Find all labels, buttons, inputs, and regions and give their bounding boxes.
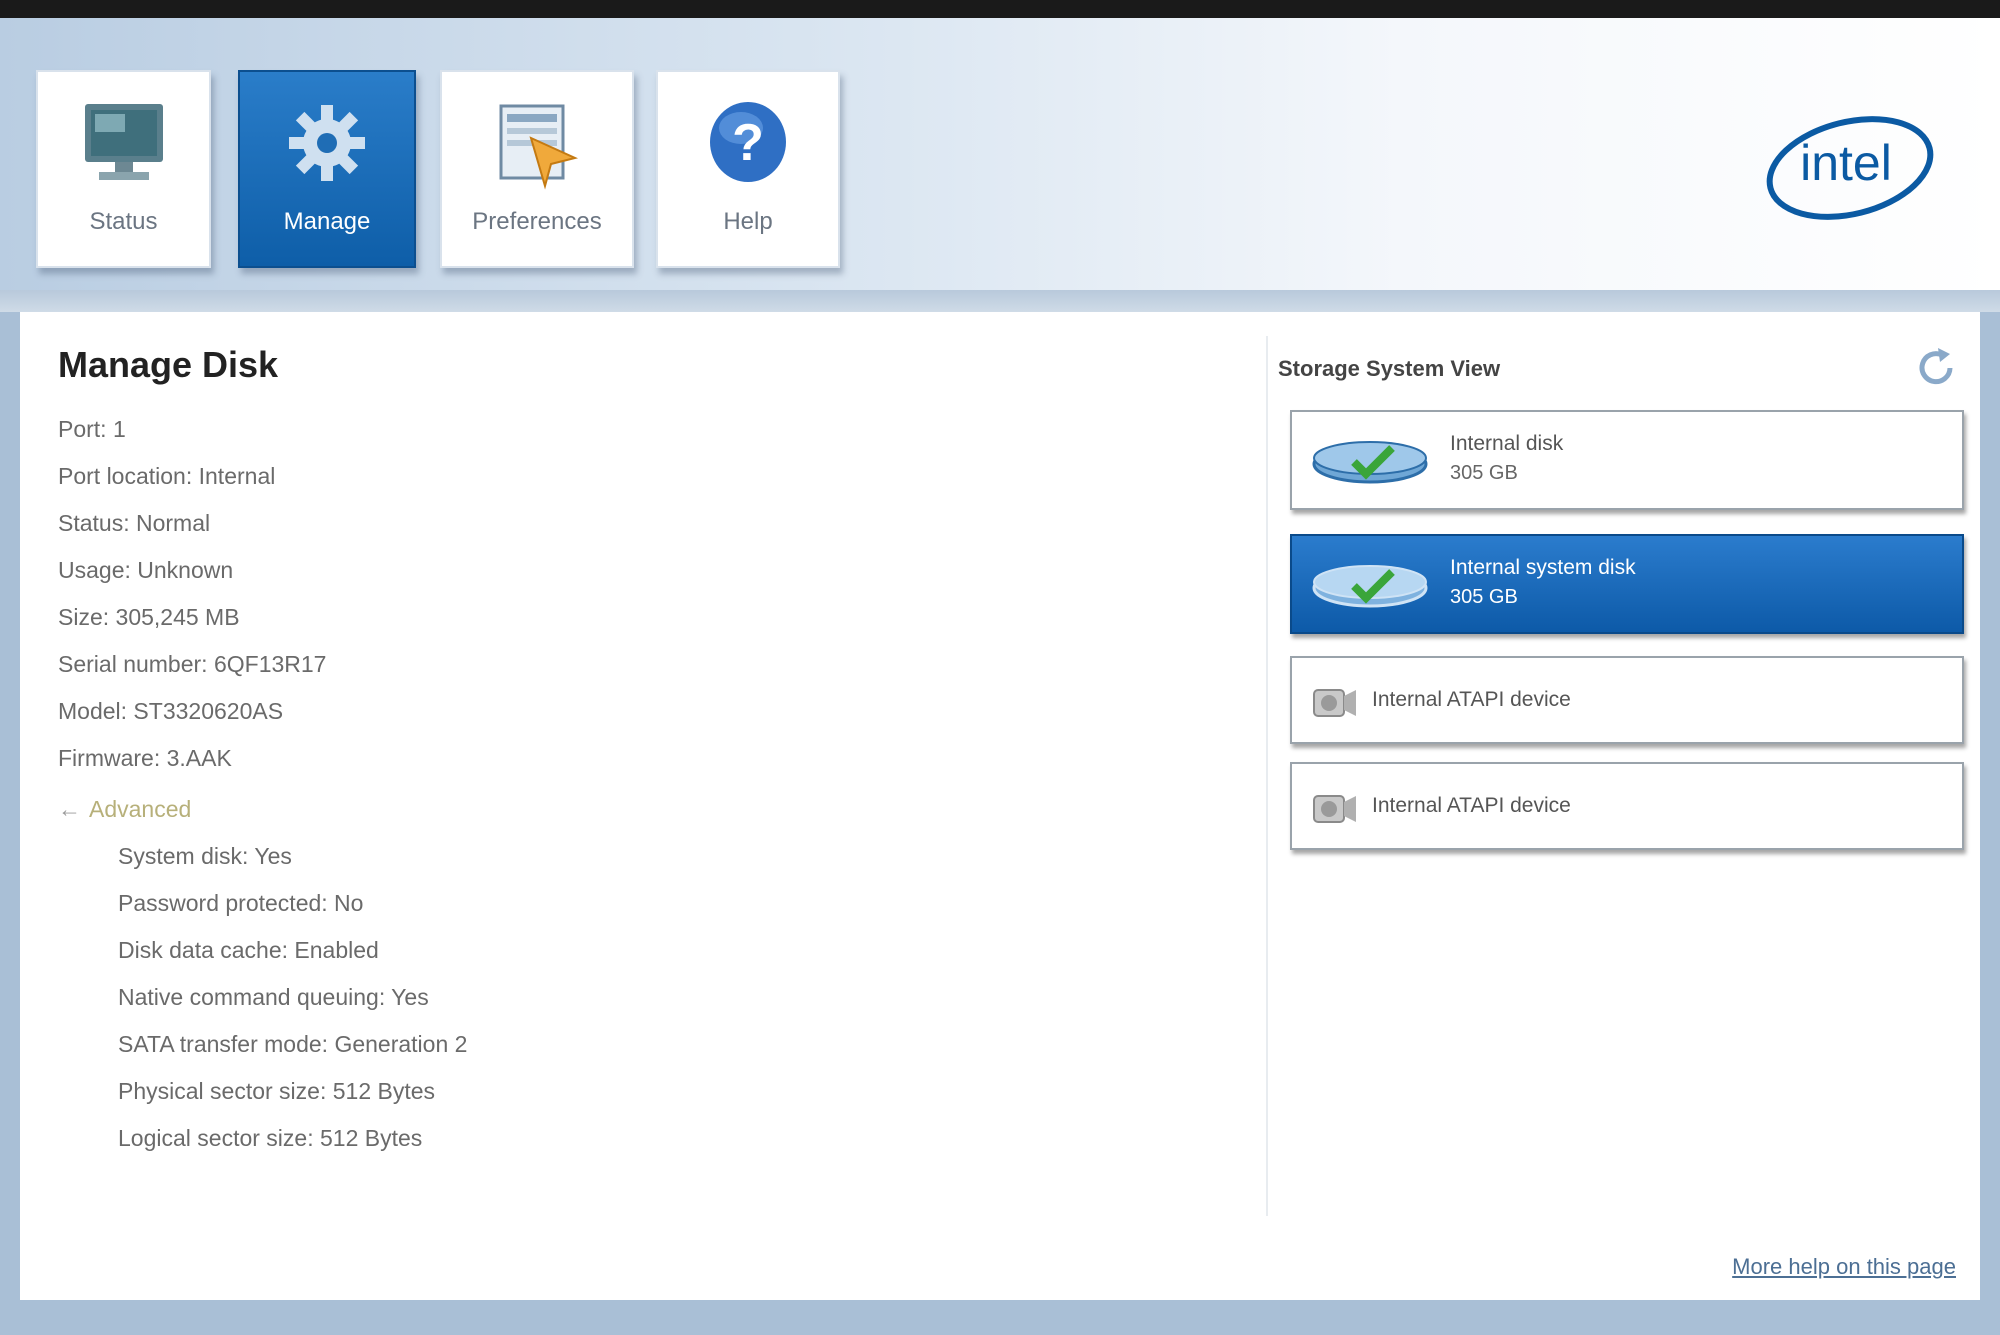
monitor-icon: [84, 104, 163, 180]
more-help-link[interactable]: More help on this page: [1732, 1254, 1956, 1280]
tab-help-label: Help: [723, 208, 773, 235]
intel-logo: intel: [1766, 116, 1934, 220]
window-top-edge: [0, 0, 2000, 18]
bottom-bar: [0, 1300, 2000, 1335]
advanced-physical-sector-size: Physical sector size: 512 Bytes: [118, 1078, 436, 1104]
manage-disk-panel: Manage Disk Port: 1 Port location: Inter…: [58, 344, 1248, 1162]
tab-manage[interactable]: Manage: [238, 70, 416, 268]
tab-help[interactable]: ? Help: [656, 70, 840, 268]
tab-status[interactable]: Status: [36, 70, 211, 268]
header-bar: Status Manage Preferences ? Help intel: [0, 18, 2000, 298]
page-title: Manage Disk: [58, 344, 279, 385]
device-name: Internal disk: [1450, 432, 1564, 455]
device-size: 305 GB: [1450, 462, 1518, 484]
property-port-location: Port location: Internal: [58, 463, 276, 489]
device-internal-atapi-2[interactable]: Internal ATAPI device: [1290, 762, 1964, 850]
advanced-password-protected: Password protected: No: [118, 890, 364, 916]
property-firmware: Firmware: 3.AAK: [58, 745, 232, 771]
tab-preferences[interactable]: Preferences: [440, 70, 634, 268]
preferences-icon: [499, 104, 579, 190]
property-serial-number: Serial number: 6QF13R17: [58, 651, 327, 677]
collapse-arrow-icon: ←: [58, 796, 81, 822]
optical-drive-icon: [1313, 689, 1356, 717]
advanced-disk-data-cache: Disk data cache: Enabled: [118, 937, 379, 963]
device-internal-atapi-1[interactable]: Internal ATAPI device: [1290, 656, 1964, 744]
refresh-icon[interactable]: [1912, 344, 1960, 392]
property-port: Port: 1: [58, 416, 126, 442]
device-size: 305 GB: [1450, 586, 1518, 608]
tab-status-label: Status: [89, 208, 158, 235]
advanced-label: Advanced: [89, 796, 192, 822]
advanced-sata-transfer-mode: SATA transfer mode: Generation 2: [118, 1031, 468, 1057]
device-name: Internal ATAPI device: [1372, 794, 1571, 817]
advanced-ncq: Native command queuing: Yes: [118, 984, 429, 1010]
advanced-logical-sector-size: Logical sector size: 512 Bytes: [118, 1125, 423, 1151]
panel-divider: [1266, 336, 1268, 1216]
device-internal-system-disk[interactable]: Internal system disk 305 GB: [1290, 534, 1964, 634]
svg-text:intel: intel: [1800, 135, 1892, 191]
advanced-system-disk: System disk: Yes: [118, 843, 292, 869]
disk-icon: [1312, 565, 1428, 608]
gear-icon: [289, 105, 365, 181]
property-usage: Usage: Unknown: [58, 557, 234, 583]
storage-view-title: Storage System View: [1278, 356, 1501, 381]
storage-system-view: Storage System View Internal disk 305 GB…: [1276, 344, 1976, 1244]
tab-manage-label: Manage: [283, 208, 371, 235]
device-internal-disk[interactable]: Internal disk 305 GB: [1290, 410, 1964, 510]
advanced-toggle[interactable]: ← Advanced: [58, 786, 1248, 833]
property-status: Status: Normal: [58, 510, 211, 536]
header-shadow: [0, 290, 2000, 312]
property-model: Model: ST3320620AS: [58, 698, 284, 724]
property-size: Size: 305,245 MB: [58, 604, 240, 630]
svg-text:?: ?: [732, 114, 764, 172]
optical-drive-icon: [1313, 795, 1356, 823]
disk-icon: [1312, 441, 1428, 484]
help-icon: ?: [710, 102, 786, 182]
advanced-list: System disk: Yes Password protected: No …: [58, 833, 1248, 1162]
content-area: Manage Disk Port: 1 Port location: Inter…: [20, 312, 1980, 1300]
device-name: Internal system disk: [1450, 556, 1636, 579]
tab-preferences-label: Preferences: [472, 208, 602, 235]
device-name: Internal ATAPI device: [1372, 688, 1571, 711]
